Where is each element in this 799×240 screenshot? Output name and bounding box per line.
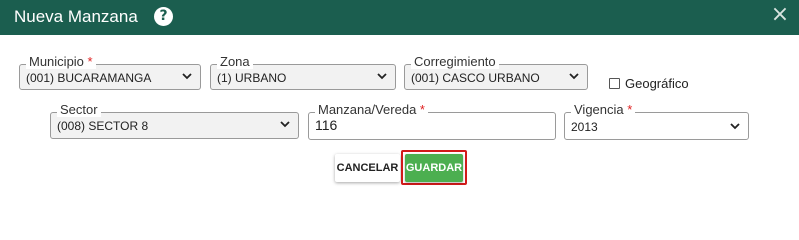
chevron-down-icon xyxy=(280,121,290,128)
zona-select[interactable]: Zona (1) URBANO xyxy=(210,55,396,90)
sector-select[interactable]: Sector (008) SECTOR 8 xyxy=(50,103,299,139)
corregimiento-select[interactable]: Corregimiento (001) CASCO URBANO xyxy=(404,55,588,90)
vigencia-label: Vigencia * xyxy=(571,103,636,117)
municipio-select[interactable]: Municipio * (001) BUCARAMANGA xyxy=(19,55,201,90)
manzana-vereda-label: Manzana/Vereda * xyxy=(315,103,428,117)
nueva-manzana-dialog: Nueva Manzana ? × Municipio * (001) BUCA… xyxy=(0,0,799,209)
zona-label: Zona xyxy=(217,55,253,69)
municipio-label: Municipio * xyxy=(26,55,96,69)
sector-label: Sector xyxy=(57,103,101,117)
vigencia-value: 2013 xyxy=(571,120,598,134)
help-icon[interactable]: ? xyxy=(154,7,173,26)
dialog-title: Nueva Manzana xyxy=(14,7,138,26)
geografico-label: Geográfico xyxy=(625,76,689,91)
chevron-down-icon xyxy=(569,73,579,80)
chevron-down-icon xyxy=(377,73,387,80)
chevron-down-icon xyxy=(182,73,192,80)
geografico-checkbox-box[interactable] xyxy=(609,78,620,89)
sector-value: (008) SECTOR 8 xyxy=(57,119,149,133)
close-icon[interactable]: × xyxy=(769,3,791,27)
geografico-checkbox[interactable]: Geográfico xyxy=(609,76,689,91)
municipio-value: (001) BUCARAMANGA xyxy=(26,71,152,85)
save-button[interactable]: GUARDAR xyxy=(405,154,463,182)
corregimiento-label: Corregimiento xyxy=(411,55,499,69)
dialog-header: Nueva Manzana ? × xyxy=(0,0,799,35)
cancel-button[interactable]: CANCELAR xyxy=(335,154,400,182)
zona-value: (1) URBANO xyxy=(217,71,287,85)
corregimiento-value: (001) CASCO URBANO xyxy=(411,71,540,85)
chevron-down-icon xyxy=(730,123,740,130)
manzana-vereda-input[interactable]: Manzana/Vereda * 116 xyxy=(308,103,556,140)
manzana-vereda-value: 116 xyxy=(315,117,338,133)
vigencia-select[interactable]: Vigencia * 2013 xyxy=(564,103,749,140)
